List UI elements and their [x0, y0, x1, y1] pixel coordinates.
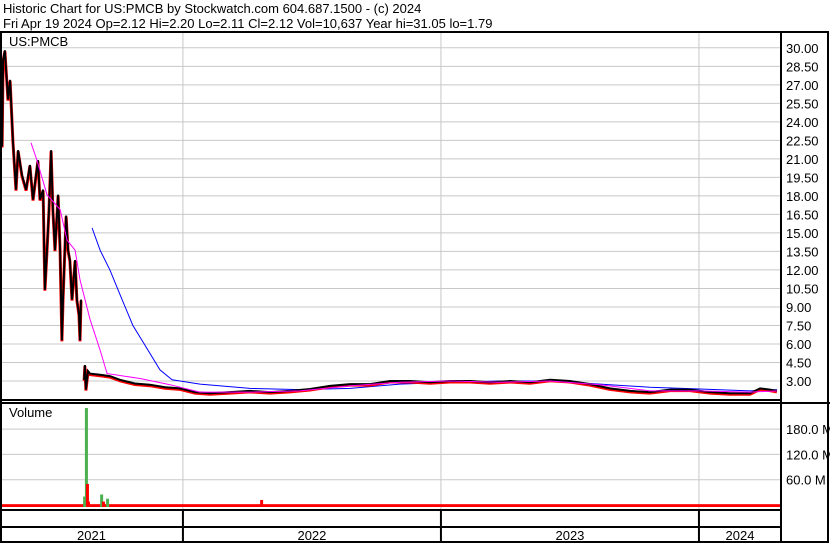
- price-tick-label: 3.00: [786, 374, 811, 389]
- year-tick-label: 2023: [555, 528, 584, 543]
- price-tick-label: 19.50: [786, 170, 819, 185]
- volume-tick-label: 180.0 M: [786, 422, 830, 437]
- volume-tick-label: 120.0 M: [786, 447, 830, 462]
- price-tick-label: 21.00: [786, 152, 819, 167]
- stock-chart: Historic Chart for US:PMCB by Stockwatch…: [0, 0, 830, 543]
- volume-bar: [101, 501, 105, 507]
- volume-bar: [86, 501, 90, 507]
- year-tick-label: 2022: [297, 528, 326, 543]
- price-tick-label: 22.50: [786, 133, 819, 148]
- year-tick-label: 2021: [77, 528, 106, 543]
- price-tick-label: 12.00: [786, 263, 819, 278]
- price-tick-label: 18.00: [786, 189, 819, 204]
- volume-bar: [106, 498, 110, 507]
- price-tick-label: 15.00: [786, 226, 819, 241]
- price-tick-label: 25.50: [786, 96, 819, 111]
- price-tick-label: 6.00: [786, 337, 811, 352]
- volume-label: Volume: [9, 405, 52, 420]
- price-tick-label: 9.00: [786, 300, 811, 315]
- quote-summary: Fri Apr 19 2024 Op=2.12 Hi=2.20 Lo=2.11 …: [3, 16, 492, 31]
- price-tick-label: 7.50: [786, 318, 811, 333]
- volume-tick-label: 60.0 M: [786, 473, 826, 488]
- price-tick-label: 13.50: [786, 244, 819, 259]
- volume-bar: [260, 499, 264, 507]
- year-tick-label: 2024: [726, 528, 755, 543]
- price-tick-label: 10.50: [786, 281, 819, 296]
- price-tick-label: 28.50: [786, 59, 819, 74]
- price-tick-label: 27.00: [786, 78, 819, 93]
- price-tick-label: 16.50: [786, 207, 819, 222]
- chart-title: Historic Chart for US:PMCB by Stockwatch…: [3, 1, 421, 16]
- price-tick-label: 24.00: [786, 115, 819, 130]
- volume-baseline: [0, 504, 781, 507]
- price-tick-label: 4.50: [786, 355, 811, 370]
- price-tick-label: 30.00: [786, 41, 819, 56]
- symbol-label: US:PMCB: [9, 34, 68, 49]
